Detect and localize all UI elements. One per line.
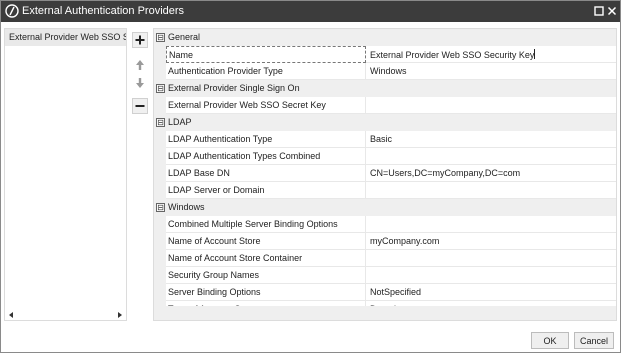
property-name: Combined Multiple Server Binding Options — [166, 216, 366, 233]
property-name: External Provider Web SSO Secret Key — [166, 97, 366, 114]
property-name: Security Group Names — [166, 267, 366, 284]
property-row-sso-secret-key[interactable]: External Provider Web SSO Secret Key — [154, 97, 616, 114]
property-row-ldap-auth-type[interactable]: LDAP Authentication Type Basic — [154, 131, 616, 148]
row-gutter — [154, 250, 166, 267]
property-name: LDAP Authentication Types Combined — [166, 148, 366, 165]
property-name: LDAP Base DN — [166, 165, 366, 182]
property-row-ldap-auth-types-combined[interactable]: LDAP Authentication Types Combined — [154, 148, 616, 165]
property-value[interactable] — [366, 97, 616, 114]
remove-button[interactable] — [132, 98, 148, 114]
property-name: Authentication Provider Type — [166, 63, 366, 80]
ok-button[interactable]: OK — [531, 332, 569, 349]
property-row-name[interactable]: Name External Provider Web SSO Security … — [154, 46, 616, 63]
row-gutter — [154, 165, 166, 182]
category-label: General — [168, 32, 201, 42]
row-gutter — [154, 216, 166, 233]
circle-slash-logo-icon — [5, 4, 19, 18]
property-name: LDAP Server or Domain — [166, 182, 366, 199]
category-ldap[interactable]: ⊟ LDAP — [154, 114, 616, 131]
property-value[interactable] — [366, 267, 616, 284]
category-label: LDAP — [168, 117, 192, 127]
window-title: External Authentication Providers — [22, 5, 185, 17]
property-row-account-store-container[interactable]: Name of Account Store Container — [154, 250, 616, 267]
arrow-up-icon — [136, 60, 144, 70]
property-name: Server Binding Options — [166, 284, 366, 301]
property-row-account-store-name[interactable]: Name of Account Store myCompany.com — [154, 233, 616, 250]
list-item[interactable]: External Provider Web SSO Secret Key — [5, 29, 126, 46]
grid-footer-strip — [154, 306, 616, 320]
row-gutter — [154, 182, 166, 199]
add-button[interactable] — [132, 32, 148, 48]
row-gutter — [154, 267, 166, 284]
property-value[interactable] — [366, 216, 616, 233]
property-row-server-binding-options[interactable]: Server Binding Options NotSpecified — [154, 284, 616, 301]
property-name: Name of Account Store — [166, 233, 366, 250]
row-gutter — [154, 131, 166, 148]
property-name: LDAP Authentication Type — [166, 131, 366, 148]
property-grid: ⊟ General Name External Provider Web SSO… — [153, 28, 617, 321]
category-sso[interactable]: ⊟ External Provider Single Sign On — [154, 80, 616, 97]
property-row-combined-binding-options[interactable]: Combined Multiple Server Binding Options — [154, 216, 616, 233]
cancel-button[interactable]: Cancel — [574, 332, 614, 349]
row-gutter — [154, 46, 166, 63]
property-value[interactable]: CN=Users,DC=myCompany,DC=com — [366, 165, 616, 182]
property-value[interactable]: NotSpecified — [366, 284, 616, 301]
category-general[interactable]: ⊟ General — [154, 29, 616, 46]
collapse-toggle-icon[interactable]: ⊟ — [156, 203, 165, 212]
property-value[interactable]: myCompany.com — [366, 233, 616, 250]
minus-icon — [135, 105, 145, 107]
row-gutter — [154, 148, 166, 165]
external-auth-providers-dialog: External Authentication Providers Extern… — [0, 0, 621, 353]
close-icon[interactable] — [606, 5, 618, 17]
row-gutter — [154, 97, 166, 114]
horizontal-scrollbar[interactable] — [5, 310, 126, 320]
row-gutter — [154, 284, 166, 301]
arrow-down-icon — [136, 78, 144, 88]
move-up-button[interactable] — [132, 57, 148, 73]
property-value-input[interactable]: External Provider Web SSO Security Key — [366, 46, 616, 63]
property-value[interactable] — [366, 250, 616, 267]
collapse-toggle-icon[interactable]: ⊟ — [156, 33, 165, 42]
scroll-right-icon[interactable] — [118, 312, 122, 318]
collapse-toggle-icon[interactable]: ⊟ — [156, 84, 165, 93]
property-value[interactable] — [366, 148, 616, 165]
property-value[interactable] — [366, 182, 616, 199]
scroll-left-icon[interactable] — [9, 312, 13, 318]
title-bar: External Authentication Providers — [1, 1, 620, 22]
row-gutter — [154, 233, 166, 250]
property-value[interactable]: Windows — [366, 63, 616, 80]
collapse-toggle-icon[interactable]: ⊟ — [156, 118, 165, 127]
provider-list: External Provider Web SSO Secret Key — [4, 28, 127, 321]
property-row-ldap-server[interactable]: LDAP Server or Domain — [154, 182, 616, 199]
maximize-icon[interactable] — [593, 5, 605, 17]
property-name: Name — [166, 46, 366, 63]
category-windows[interactable]: ⊟ Windows — [154, 199, 616, 216]
plus-icon — [135, 35, 145, 45]
category-label: External Provider Single Sign On — [168, 83, 300, 93]
property-value[interactable]: Basic — [366, 131, 616, 148]
property-row-ldap-base-dn[interactable]: LDAP Base DN CN=Users,DC=myCompany,DC=co… — [154, 165, 616, 182]
property-name: Name of Account Store Container — [166, 250, 366, 267]
move-down-button[interactable] — [132, 75, 148, 91]
row-gutter — [154, 63, 166, 80]
category-label: Windows — [168, 202, 205, 212]
property-row-auth-provider-type[interactable]: Authentication Provider Type Windows — [154, 63, 616, 80]
property-row-security-group-names[interactable]: Security Group Names — [154, 267, 616, 284]
